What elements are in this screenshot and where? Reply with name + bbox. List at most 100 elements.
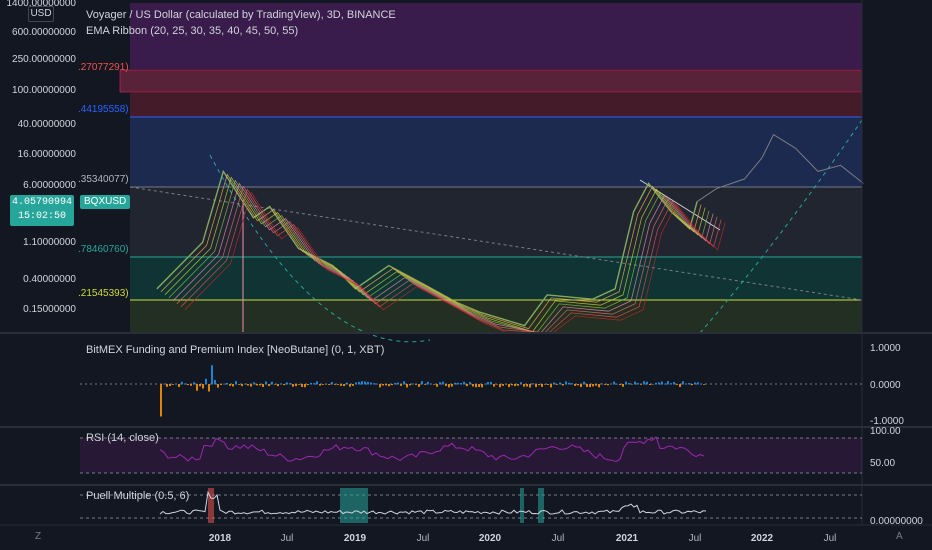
funding-bar (538, 384, 540, 386)
funding-bar (196, 384, 198, 391)
funding-bar (274, 384, 276, 385)
funding-bar (640, 384, 642, 385)
funding-bar (523, 384, 525, 387)
funding-bar (658, 382, 660, 385)
funding-bar (667, 381, 669, 385)
funding-bar (577, 384, 579, 386)
rsi-pane-title: RSI (14, close) (86, 432, 159, 444)
funding-bar (367, 381, 369, 385)
funding-bar (289, 383, 291, 385)
funding-bar (307, 384, 309, 386)
funding-bar (619, 384, 621, 385)
funding-bar (694, 382, 696, 385)
funding-bar (340, 384, 342, 386)
funding-bar (412, 383, 414, 385)
funding-bar (622, 384, 624, 387)
funding-bar (421, 381, 423, 385)
pane-scale-label: 1.0000 (870, 343, 901, 354)
time-axis-label: Jul (552, 533, 565, 544)
funding-bar (202, 384, 204, 389)
funding-bar (652, 384, 654, 385)
funding-bar (418, 384, 420, 387)
funding-bar (499, 384, 501, 388)
time-axis-label: Jul (689, 533, 702, 544)
funding-bar (691, 384, 693, 386)
fib-level-label: .35340077) (78, 174, 129, 185)
funding-bar (295, 384, 297, 387)
funding-bar (310, 382, 312, 385)
funding-bar (451, 384, 453, 387)
funding-bar (643, 381, 645, 385)
funding-bar (574, 384, 576, 386)
chart-canvas[interactable]: 1400.00000000600.00000000250.00000000100… (0, 0, 932, 550)
funding-bar (673, 382, 675, 385)
funding-bar (250, 384, 252, 387)
funding-bar (313, 383, 315, 385)
time-axis-label: 2022 (751, 533, 774, 544)
funding-bar (526, 384, 528, 387)
funding-bar (670, 383, 672, 385)
currency-selector[interactable]: USD (28, 6, 54, 22)
funding-bar (298, 384, 300, 385)
funding-bar (625, 381, 627, 385)
funding-bar (193, 382, 195, 385)
funding-bar (613, 381, 615, 385)
funding-bar (400, 384, 402, 386)
funding-bar (364, 381, 366, 385)
time-axis-label: 2020 (479, 533, 502, 544)
funding-bar (406, 384, 408, 388)
time-axis-label: Jul (824, 533, 837, 544)
funding-bar (439, 382, 441, 385)
funding-bar (502, 384, 504, 386)
funding-bar (436, 384, 438, 387)
funding-bar (490, 381, 492, 385)
funding-bar (388, 384, 390, 387)
funding-bar (562, 384, 564, 386)
funding-bar (631, 384, 633, 385)
funding-bar (409, 384, 411, 386)
time-axis-label: Jul (417, 533, 430, 544)
funding-bar (355, 382, 357, 385)
funding-bar (268, 384, 270, 387)
funding-bar (541, 384, 543, 387)
funding-bar (544, 384, 546, 385)
funding-bar (391, 384, 393, 386)
funding-bar (316, 381, 318, 385)
funding-bar (685, 383, 687, 385)
funding-bar (493, 384, 495, 387)
funding-bar (664, 383, 666, 385)
funding-bar (217, 384, 219, 388)
funding-bar (571, 383, 573, 385)
funding-bar (247, 384, 249, 386)
funding-bar (427, 381, 429, 385)
funding-bar (553, 382, 555, 385)
auto-scale-toggle[interactable]: A (896, 531, 903, 542)
funding-bar (586, 384, 588, 388)
last-price-badge: 4.05790994 15:02:50 (10, 195, 74, 226)
pane-scale-label: 0.0000 (870, 380, 901, 391)
funding-bar (187, 384, 189, 386)
chart-title: Voyager / US Dollar (calculated by Tradi… (86, 9, 396, 21)
funding-bar (292, 384, 294, 387)
funding-bar (442, 381, 444, 385)
funding-bar (394, 382, 396, 385)
funding-bar (697, 382, 699, 385)
funding-bar (373, 383, 375, 385)
funding-bar (559, 382, 561, 385)
funding-bar (205, 378, 207, 385)
funding-bar (556, 384, 558, 385)
funding-bar (682, 381, 684, 385)
funding-bar (403, 381, 405, 385)
funding-bar (628, 383, 630, 385)
funding-bar (532, 383, 534, 385)
pane-scale-label: 100.00 (870, 426, 901, 437)
funding-pane-title: BitMEX Funding and Premium Index [NeoBut… (86, 344, 385, 356)
funding-bar (349, 384, 351, 387)
symbol-badge: BQXUSD (80, 195, 131, 209)
funding-bar (376, 383, 378, 385)
funding-bar (469, 382, 471, 385)
funding-bar (481, 384, 483, 388)
timezone-toggle[interactable]: Z (35, 531, 41, 542)
funding-bar (277, 384, 279, 387)
funding-bar (457, 382, 459, 385)
